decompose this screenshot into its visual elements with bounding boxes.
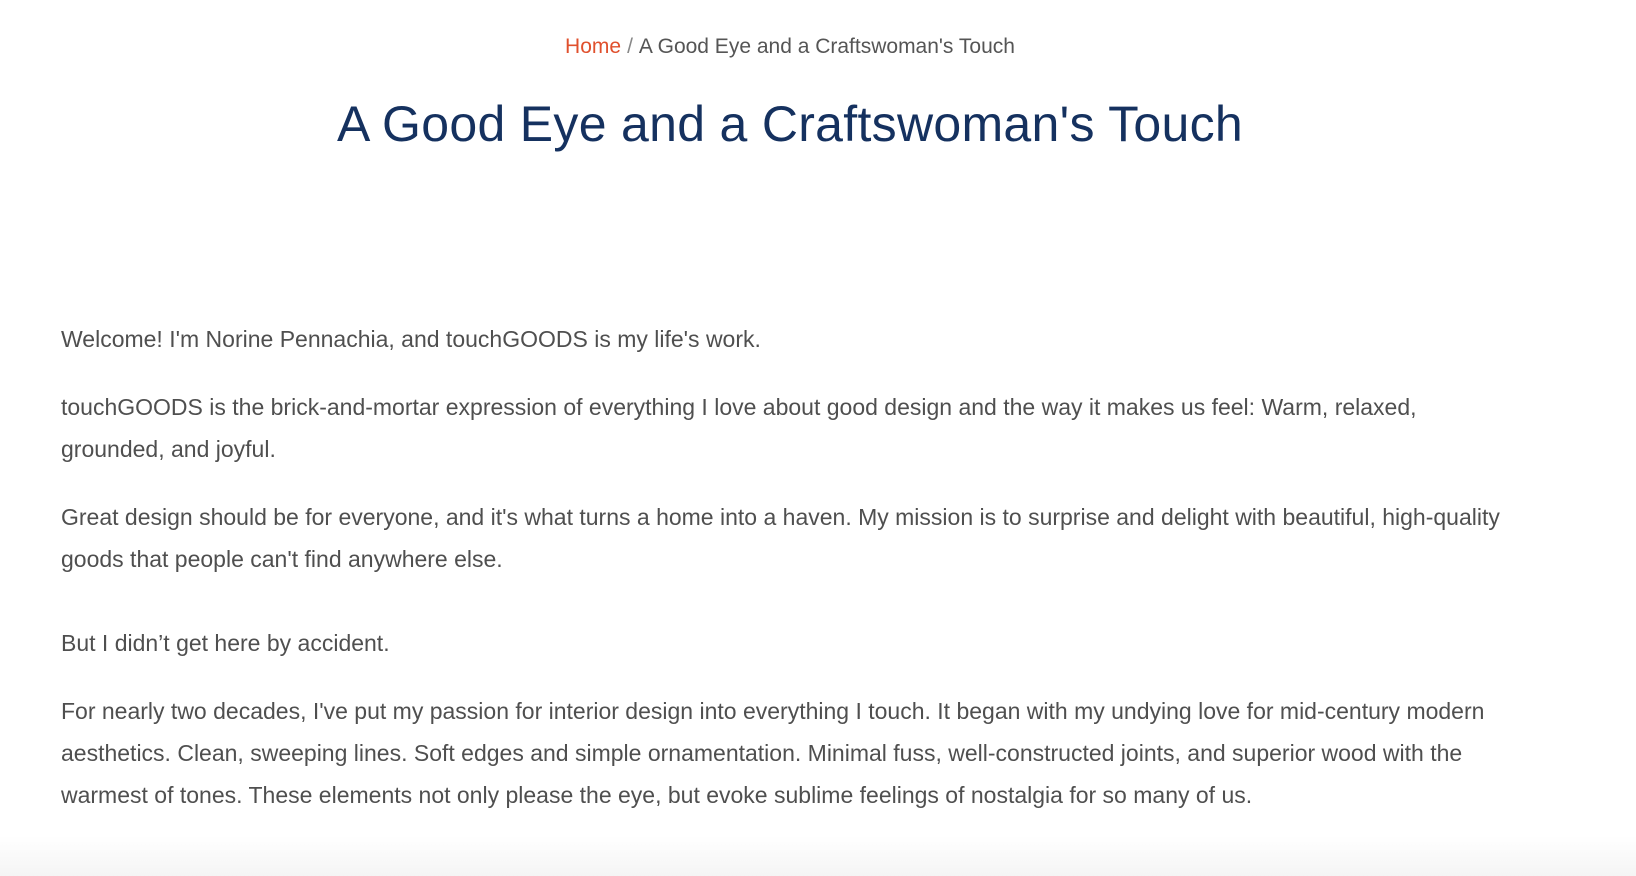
brand-paragraph: touchGOODS is the brick-and-mortar expre… — [61, 394, 1417, 462]
breadcrumb-separator: / — [627, 35, 633, 58]
mission-paragraph: Great design should be for everyone, and… — [61, 504, 1500, 572]
accident-paragraph: But I didn’t get here by accident. — [61, 630, 390, 656]
article-body: Welcome! I'm Norine Pennachia, and touch… — [61, 318, 1521, 842]
breadcrumb-home-link[interactable]: Home — [565, 35, 621, 58]
breadcrumb: Home / A Good Eye and a Craftswoman's Touc… — [0, 33, 1580, 61]
page-title: A Good Eye and a Craftswoman's Touch — [336, 96, 1244, 152]
breadcrumb-current: A Good Eye and a Craftswoman's Touch — [638, 35, 1015, 58]
history-paragraph: For nearly two decades, I've put my pass… — [61, 698, 1485, 808]
bottom-fade — [0, 836, 1636, 876]
intro-paragraph: Welcome! I'm Norine Pennachia, and touch… — [61, 326, 761, 352]
